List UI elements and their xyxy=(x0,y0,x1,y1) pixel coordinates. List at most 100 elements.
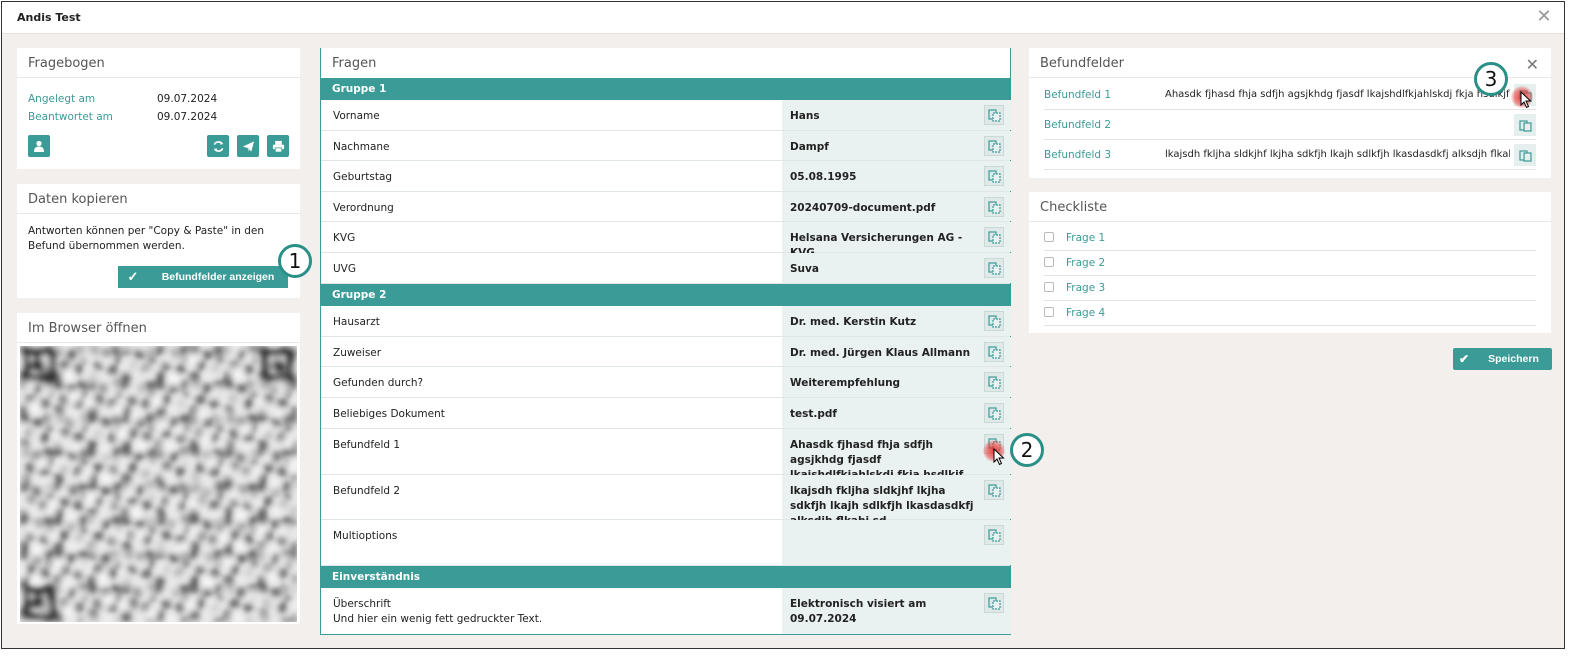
answer-value: Hans xyxy=(790,110,820,122)
dialog-window: Andis Test ✕ Fragebogen Angelegt am 09.0… xyxy=(1,1,1565,649)
checklist-item-label[interactable]: Frage 4 xyxy=(1066,307,1105,319)
print-icon[interactable] xyxy=(267,135,289,157)
answered-label: Beantwortet am xyxy=(28,111,113,123)
question-label: Überschrift Und hier ein wenig fett gedru… xyxy=(333,598,543,625)
callout-badge: 1 xyxy=(278,244,312,278)
qr-code xyxy=(20,346,297,622)
question-row: UVG Suva xyxy=(321,253,1011,284)
checklist-item: Frage 2 xyxy=(1044,251,1536,276)
group-header: Gruppe 1 xyxy=(321,78,1010,100)
question-row: Hausarzt Dr. med. Kerstin Kutz xyxy=(321,306,1011,337)
answer-value: Elektronisch visiert am 09.07.2024 xyxy=(790,598,927,625)
befundfeld-label[interactable]: Befundfeld 3 xyxy=(1044,149,1111,161)
befundfelder-title: Befundfelder xyxy=(1029,48,1551,78)
question-row: Nachmane Dampf xyxy=(321,131,1011,161)
fragebogen-title: Fragebogen xyxy=(17,48,300,78)
save-button[interactable]: ✔ Speichern xyxy=(1453,348,1552,370)
befundfeld-label[interactable]: Befundfeld 1 xyxy=(1044,89,1111,101)
group-header: Einverständnis xyxy=(321,566,1010,588)
show-befundfelder-label: Befundfelder anzeigen xyxy=(161,271,275,283)
send-icon[interactable] xyxy=(237,135,259,157)
copy-icon[interactable] xyxy=(984,593,1004,613)
answer-value: 05.08.1995 xyxy=(790,171,857,183)
answer-value: Weiterempfehlung xyxy=(790,377,901,389)
fragebogen-panel: Fragebogen Angelegt am 09.07.2024 Beantw… xyxy=(17,48,300,169)
question-label: Nachmane xyxy=(333,141,390,153)
save-label: Speichern xyxy=(1488,353,1539,365)
question-row: Zuweiser Dr. med. Jürgen Klaus Allmann xyxy=(321,337,1011,367)
copy-paste-hint: Antworten können per "Copy & Paste" in d… xyxy=(28,225,265,252)
checklist-item-label[interactable]: Frage 2 xyxy=(1066,257,1105,269)
befundfeld-label[interactable]: Befundfeld 2 xyxy=(1044,119,1111,131)
close-icon[interactable]: ✕ xyxy=(1534,7,1554,27)
question-row: Gefunden durch? Weiterempfehlung xyxy=(321,367,1011,398)
copy-icon[interactable] xyxy=(984,105,1004,125)
copy-icon[interactable] xyxy=(984,227,1004,247)
question-label: Verordnung xyxy=(333,202,394,214)
answer-value: Dr. med. Kerstin Kutz xyxy=(790,316,917,328)
browser-panel: Im Browser öffnen xyxy=(17,313,300,624)
befundfelder-panel: Befundfelder ✕ Befundfeld 1 Ahasdk fjhas… xyxy=(1029,48,1551,178)
question-label: Vorname xyxy=(333,110,380,122)
question-label: KVG xyxy=(333,232,356,244)
question-label: Hausarzt xyxy=(333,316,380,328)
fragen-panel: Fragen Gruppe 1 Vorname Hans Nachmane Da… xyxy=(320,48,1011,635)
checklist-item-label[interactable]: Frage 3 xyxy=(1066,282,1105,294)
copy-icon[interactable] xyxy=(984,166,1004,186)
checkbox[interactable] xyxy=(1044,232,1054,242)
checkliste-panel: Checkliste Frage 1 Frage 2 Frage 3 Frage… xyxy=(1029,192,1551,333)
checklist-item-label[interactable]: Frage 1 xyxy=(1066,232,1105,244)
paste-icon[interactable] xyxy=(1514,144,1536,166)
copy-icon[interactable] xyxy=(984,525,1004,545)
window-title: Andis Test xyxy=(17,11,81,24)
group-header: Gruppe 2 xyxy=(321,284,1010,306)
copy-icon[interactable] xyxy=(984,342,1004,362)
daten-kopieren-title: Daten kopieren xyxy=(17,184,300,214)
browser-title: Im Browser öffnen xyxy=(17,313,300,343)
refresh-icon[interactable] xyxy=(207,135,229,157)
checkbox[interactable] xyxy=(1044,307,1054,317)
user-icon[interactable] xyxy=(28,135,50,157)
copy-icon[interactable] xyxy=(984,372,1004,392)
befundfeld-row: Befundfeld 1 Ahasdk fjhasd fhja sdfjh ag… xyxy=(1044,80,1536,110)
question-row: Beliebiges Dokument test.pdf xyxy=(321,398,1011,429)
check-icon: ✔ xyxy=(1458,352,1470,366)
question-row: Vorname Hans xyxy=(321,100,1011,131)
copy-icon[interactable] xyxy=(984,480,1004,500)
daten-kopieren-panel: Daten kopieren Antworten können per "Cop… xyxy=(17,184,300,298)
checklist-item: Frage 3 xyxy=(1044,276,1536,301)
copy-icon[interactable] xyxy=(984,311,1004,331)
question-row: Befundfeld 2 lkajsdh fkljha sldkjhf lkjh… xyxy=(321,475,1011,527)
paste-icon[interactable] xyxy=(1514,114,1536,136)
close-icon[interactable]: ✕ xyxy=(1526,55,1539,74)
checkliste-title: Checkliste xyxy=(1029,192,1551,222)
copy-icon[interactable] xyxy=(984,403,1004,423)
question-row: Verordnung 20240709-document.pdf xyxy=(321,192,1011,222)
answer-value: 20240709-document.pdf xyxy=(790,202,936,214)
question-row: Geburtstag 05.08.1995 xyxy=(321,161,1011,192)
question-row: Befundfeld 1 Ahasdk fjhasd fhja sdfjh ag… xyxy=(321,429,1011,481)
check-icon: ✓ xyxy=(127,269,139,284)
answer-value: Dampf xyxy=(790,141,829,153)
created-label: Angelegt am xyxy=(28,93,96,105)
question-label: Beliebiges Dokument xyxy=(333,408,445,420)
copy-icon[interactable] xyxy=(984,258,1004,278)
fragen-title: Fragen xyxy=(332,56,377,71)
copy-icon[interactable] xyxy=(984,197,1004,217)
callout-badge: 2 xyxy=(1010,433,1044,467)
question-row: Überschrift Und hier ein wenig fett gedru… xyxy=(321,588,1011,634)
question-label: Geburtstag xyxy=(333,171,393,183)
checkbox[interactable] xyxy=(1044,257,1054,267)
title-bar: Andis Test ✕ xyxy=(2,2,1564,34)
question-label: Multioptions xyxy=(333,530,398,542)
question-label: Zuweiser xyxy=(333,347,382,359)
befundfeld-value: Ahasdk fjhasd fhja sdfjh agsjkhdg fjasdf… xyxy=(1165,89,1510,100)
copy-icon[interactable] xyxy=(984,136,1004,156)
checklist-item: Frage 1 xyxy=(1044,226,1536,251)
question-label: Befundfeld 1 xyxy=(333,439,401,451)
answered-value: 09.07.2024 xyxy=(157,111,218,123)
checkbox[interactable] xyxy=(1044,282,1054,292)
answer-value: Suva xyxy=(790,263,819,275)
show-befundfelder-button[interactable]: ✓ Befundfelder anzeigen xyxy=(118,266,288,288)
mouse-cursor-icon xyxy=(993,448,1005,466)
